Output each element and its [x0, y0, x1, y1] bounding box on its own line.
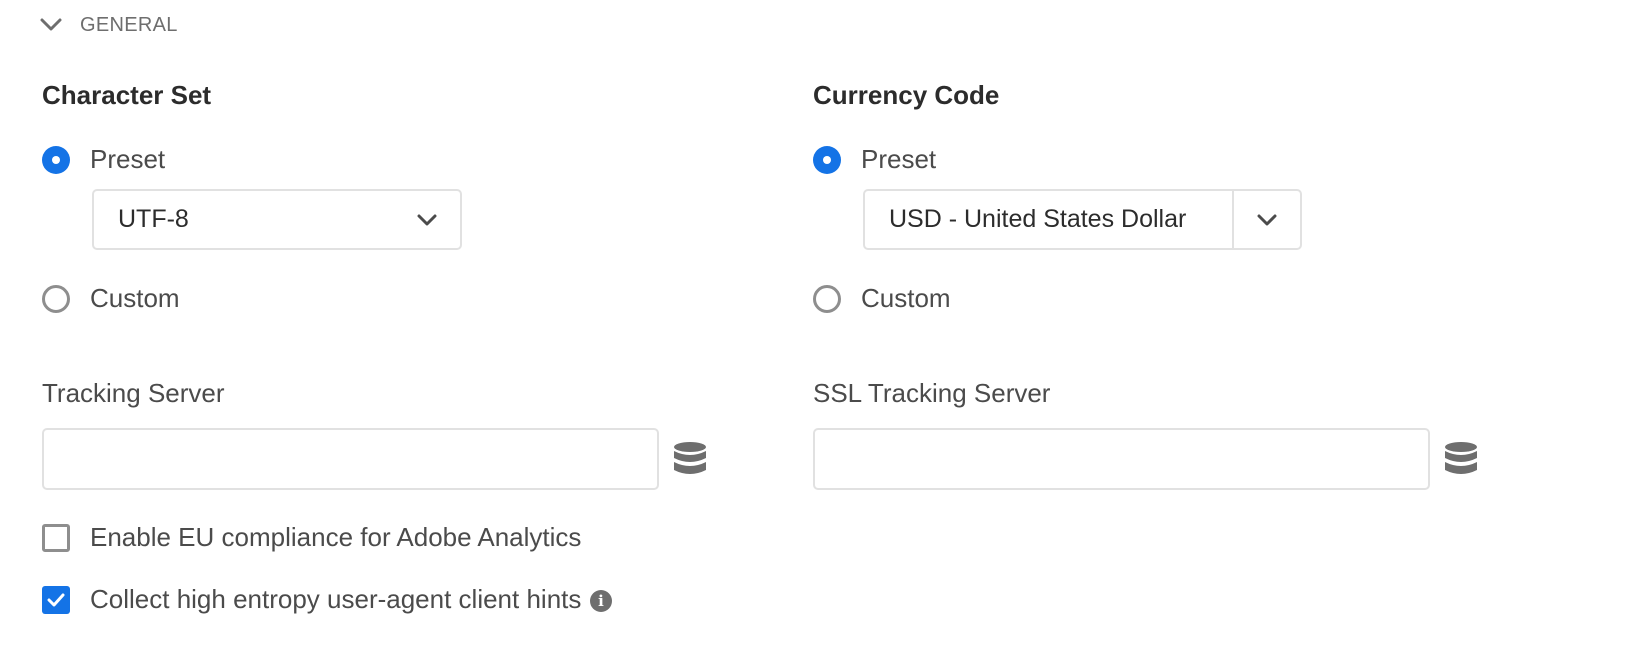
radio-selected-indicator[interactable]	[813, 145, 841, 174]
picker-value: UTF-8	[118, 205, 189, 233]
eu-compliance-checkbox[interactable]: Enable EU compliance for Adobe Analytics	[42, 522, 581, 553]
ssl-tracking-server-input[interactable]	[813, 428, 1430, 490]
radio-label: Custom	[90, 283, 180, 313]
database-icon[interactable]	[1441, 439, 1481, 479]
character-set-custom-radio[interactable]: Custom	[42, 283, 180, 314]
currency-code-custom-radio[interactable]: Custom	[813, 283, 951, 314]
radio-unselected-indicator[interactable]	[813, 284, 841, 313]
section-header-general[interactable]: GENERAL	[36, 10, 178, 40]
ssl-tracking-server-label: SSL Tracking Server	[813, 378, 1051, 408]
radio-label: Preset	[861, 144, 937, 174]
chevron-down-icon[interactable]	[394, 191, 460, 248]
checkmark-icon	[47, 593, 65, 606]
tracking-server-label: Tracking Server	[42, 378, 225, 408]
checkbox-checked-indicator[interactable]	[42, 585, 70, 614]
database-icon[interactable]	[670, 439, 710, 479]
radio-unselected-indicator[interactable]	[42, 284, 70, 313]
chevron-down-icon[interactable]	[1232, 191, 1300, 248]
character-set-title: Character Set	[42, 80, 212, 110]
picker-value: USD - United States Dollar	[889, 205, 1187, 233]
currency-code-title: Currency Code	[813, 80, 1000, 110]
checkbox-unchecked-indicator[interactable]	[42, 523, 70, 552]
character-set-preset-radio[interactable]: Preset	[42, 144, 165, 175]
currency-code-picker[interactable]: USD - United States Dollar	[863, 189, 1302, 250]
character-set-picker[interactable]: UTF-8	[92, 189, 462, 250]
client-hints-checkbox[interactable]: Collect high entropy user-agent client h…	[42, 584, 581, 615]
radio-label: Custom	[861, 283, 951, 313]
currency-code-preset-radio[interactable]: Preset	[813, 144, 936, 175]
checkbox-label: Enable EU compliance for Adobe Analytics	[90, 522, 582, 552]
tracking-server-input[interactable]	[42, 428, 659, 490]
radio-selected-indicator[interactable]	[42, 145, 70, 174]
section-title: GENERAL	[80, 13, 178, 36]
checkbox-label: Collect high entropy user-agent client h…	[90, 584, 582, 614]
chevron-down-icon[interactable]	[36, 10, 66, 40]
info-icon[interactable]: i	[590, 590, 612, 612]
radio-label: Preset	[90, 144, 166, 174]
